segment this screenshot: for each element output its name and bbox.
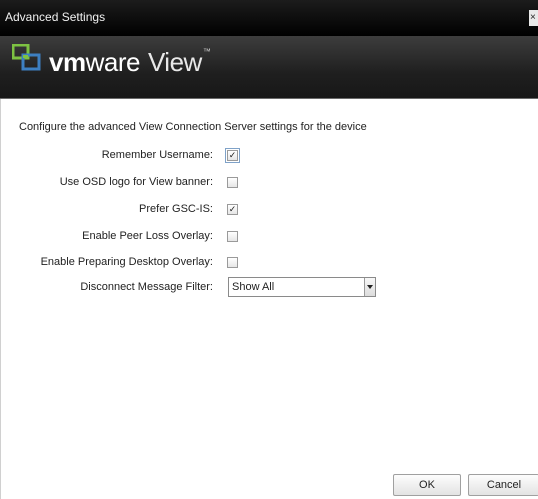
prefer-gsc-is-label: Prefer GSC-IS: (139, 203, 213, 215)
preparing-desktop-overlay-checkbox[interactable] (227, 257, 238, 268)
brand-ware: ware (85, 47, 141, 77)
title-bar: Advanced Settings × (0, 0, 538, 36)
prefer-gsc-is-checkbox[interactable]: ✓ (227, 204, 238, 215)
disconnect-filter-label: Disconnect Message Filter: (80, 281, 213, 293)
vmware-logo-icon (12, 44, 41, 71)
settings-panel (0, 99, 538, 499)
intro-text: Configure the advanced View Connection S… (19, 121, 367, 133)
product-name: View (147, 47, 202, 77)
preparing-desktop-overlay-label: Enable Preparing Desktop Overlay: (40, 256, 213, 268)
vmware-view-wordmark: vmware View™ (49, 47, 211, 78)
disconnect-filter-select[interactable]: Show All (228, 277, 376, 297)
disconnect-filter-value: Show All (232, 281, 275, 293)
vmware-banner: vmware View™ (0, 36, 538, 99)
close-button[interactable]: × (529, 10, 538, 26)
osd-logo-checkbox[interactable] (227, 177, 238, 188)
cancel-button[interactable]: Cancel (468, 474, 538, 496)
window-title: Advanced Settings (5, 10, 106, 24)
brand-vm: vm (49, 47, 86, 77)
trademark: ™ (202, 47, 211, 56)
chevron-down-icon[interactable] (364, 278, 375, 296)
peer-loss-overlay-checkbox[interactable] (227, 231, 238, 242)
remember-username-label: Remember Username: (101, 149, 213, 161)
peer-loss-overlay-label: Enable Peer Loss Overlay: (82, 230, 213, 242)
osd-logo-label: Use OSD logo for View banner: (59, 176, 213, 188)
ok-button[interactable]: OK (393, 474, 461, 496)
remember-username-checkbox[interactable]: ✓ (225, 148, 240, 163)
